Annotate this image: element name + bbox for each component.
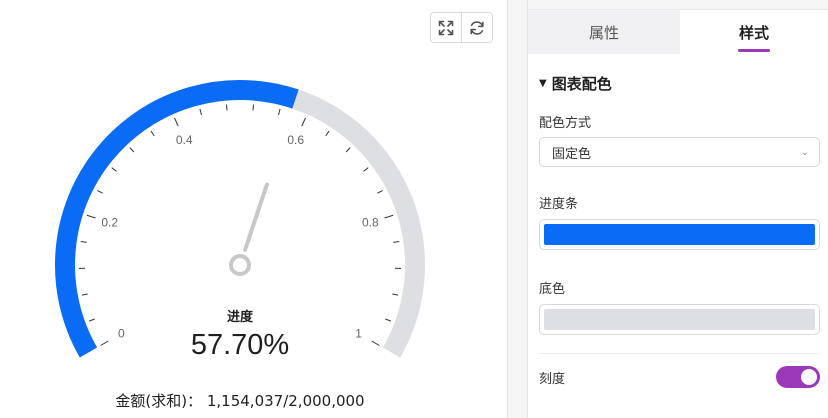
gauge-minor-tick — [199, 108, 202, 115]
gauge-minor-tick — [88, 318, 95, 322]
panel-tabs: 属性 样式 — [528, 10, 828, 54]
base-color-picker[interactable] — [539, 304, 820, 335]
scale-row: 刻度 — [539, 366, 820, 388]
chart-area: 0 0.2 0.4 0.6 0.8 1 进度 57.70% 金额(求和)： 1,154,0… — [0, 0, 507, 418]
scale-label: 刻度 — [539, 371, 566, 387]
caret-down-icon: ▼ — [539, 77, 547, 89]
base-color-label: 底色 — [539, 282, 566, 297]
gauge-major-tick — [301, 117, 306, 127]
tab-style-label: 样式 — [738, 23, 769, 42]
gauge-center-value: 57.70% — [191, 329, 289, 361]
gauge-minor-tick — [385, 318, 392, 322]
progress-bar-color-swatch — [544, 224, 815, 245]
color-mode-value: 固定色 — [552, 146, 592, 162]
gauge-major-tick — [174, 117, 179, 127]
gauge-tick-label: 0.2 — [101, 216, 118, 230]
section-divider — [539, 353, 820, 354]
gauge-amount-text: 金额(求和)： 1,154,037/2,000,000 — [115, 392, 364, 410]
progress-bar-label: 进度条 — [539, 197, 579, 212]
gauge-tick-label: 1 — [355, 327, 362, 341]
tab-properties-label: 属性 — [588, 23, 619, 42]
gauge-minor-tick — [393, 240, 400, 243]
progress-bar-color-picker[interactable] — [539, 219, 820, 250]
gauge-minor-tick — [81, 293, 88, 296]
gauge-minor-tick — [226, 104, 228, 111]
gauge-major-tick — [100, 340, 109, 346]
gauge-tick-label: 0.6 — [287, 133, 304, 147]
scale-toggle[interactable] — [776, 366, 820, 388]
panel-body: ▼ 图表配色 配色方式 固定色 ⌄ 进度条 底色 刻度 — [528, 72, 828, 388]
active-tab-indicator — [738, 49, 770, 52]
gauge-minor-tick — [80, 240, 87, 243]
gauge-minor-tick — [129, 147, 135, 153]
gauge-minor-tick — [345, 147, 351, 153]
gauge-minor-tick — [150, 130, 155, 137]
tab-properties[interactable]: 属性 — [528, 10, 680, 54]
base-color-swatch — [544, 309, 815, 330]
gauge-tick-label: 0.4 — [176, 133, 193, 147]
gauge-minor-tick — [252, 104, 254, 111]
toggle-knob — [801, 369, 817, 385]
gauge-minor-tick — [278, 108, 281, 115]
panel-divider[interactable] — [507, 0, 528, 418]
gauge-minor-tick — [392, 293, 399, 296]
settings-panel: 属性 样式 ▼ 图表配色 配色方式 固定色 ⌄ 进度条 底色 刻度 — [528, 0, 828, 418]
gauge-major-tick — [86, 214, 96, 219]
color-mode-select[interactable]: 固定色 ⌄ — [539, 137, 820, 167]
gauge-major-tick — [384, 214, 394, 219]
gauge-center-label: 进度 — [227, 309, 254, 325]
gauge-needle — [243, 182, 269, 252]
panel-top-strip — [528, 0, 828, 10]
gauge-minor-tick — [377, 189, 383, 194]
tab-style[interactable]: 样式 — [680, 10, 828, 54]
gauge-minor-tick — [111, 167, 117, 172]
gauge-major-tick — [371, 340, 380, 346]
color-mode-label: 配色方式 — [539, 116, 592, 131]
section-title: 图表配色 — [551, 74, 612, 93]
gauge-chart: 0 0.2 0.4 0.6 0.8 1 进度 57.70% 金额(求和)： 1,154,0… — [55, 80, 425, 410]
section-chart-colors[interactable]: ▼ 图表配色 — [539, 72, 820, 94]
gauge-progress-bar — [55, 80, 299, 358]
gauge-minor-tick — [363, 167, 369, 172]
gauge-minor-tick — [325, 130, 330, 137]
gauge-minor-tick — [97, 189, 103, 194]
gauge-needle-pivot — [229, 254, 251, 276]
gauge-tick-label: 0 — [118, 327, 125, 341]
gauge-tick-label: 0.8 — [362, 216, 379, 230]
chevron-down-icon: ⌄ — [800, 146, 809, 158]
